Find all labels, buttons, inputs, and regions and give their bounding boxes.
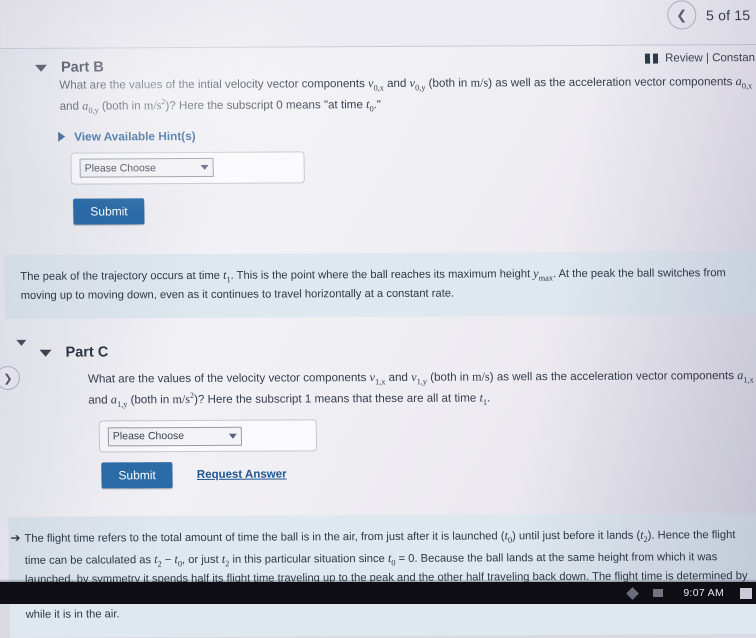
request-answer-link[interactable]: Request Answer: [197, 469, 287, 481]
os-taskbar: 9:07 AM: [0, 582, 756, 604]
page-indicator: 5 of 15: [705, 6, 751, 23]
problem-content: Part B What are the values of the intial…: [1, 56, 756, 638]
notification-icon[interactable]: [740, 587, 752, 599]
info-panel-flight-time: The flight time refers to the total amou…: [8, 513, 756, 638]
caret-down-icon[interactable]: [35, 64, 48, 72]
part-b-answer-box: Please Choose: [70, 151, 305, 185]
pager: ❮ 5 of 15: [666, 0, 751, 30]
view-hints-link[interactable]: View Available Hint(s): [74, 129, 196, 144]
part-c-select-value: Please Choose: [112, 430, 185, 443]
browser-page: ❮ 5 of 15 Review | Constan Part B What a…: [0, 0, 756, 638]
chevron-down-icon[interactable]: [200, 165, 209, 171]
part-b-title: Part B: [60, 59, 104, 76]
chevron-down-icon[interactable]: [228, 433, 237, 439]
caret-right-icon[interactable]: [58, 131, 66, 142]
top-nav-bar: [0, 0, 756, 48]
taskbar-icon-a[interactable]: [626, 586, 640, 600]
part-b-hint-toggle[interactable]: View Available Hint(s): [2, 126, 756, 144]
part-b-submit-button[interactable]: Submit: [73, 198, 145, 225]
part-b-question: What are the values of the intial veloci…: [59, 74, 753, 115]
part-c-submit-button[interactable]: Submit: [101, 462, 174, 489]
part-c-actions: Submit Request Answer: [7, 459, 756, 489]
taskbar-icon-b[interactable]: [653, 589, 664, 597]
part-c-answer-box: Please Choose: [98, 419, 318, 453]
part-c-select[interactable]: Please Choose: [107, 426, 243, 447]
chevron-left-icon[interactable]: ❮: [666, 0, 697, 30]
part-b-select-value: Please Choose: [84, 161, 156, 175]
scroll-down-caret-icon[interactable]: [16, 339, 27, 346]
part-b-actions: Submit: [3, 195, 756, 225]
arrow-right-icon: ➔: [10, 530, 21, 545]
info-panel-peak: The peak of the trajectory occurs at tim…: [4, 250, 756, 320]
caret-down-icon[interactable]: [39, 349, 52, 357]
part-c-title: Part C: [65, 344, 109, 362]
part-c-header[interactable]: Part C: [5, 341, 756, 361]
part-b-select[interactable]: Please Choose: [79, 158, 214, 178]
screen-photo: ❮ 5 of 15 Review | Constan Part B What a…: [0, 0, 756, 638]
part-c-question: What are the values of the velocity vect…: [87, 368, 754, 410]
taskbar-clock[interactable]: 9:07 AM: [683, 587, 724, 599]
